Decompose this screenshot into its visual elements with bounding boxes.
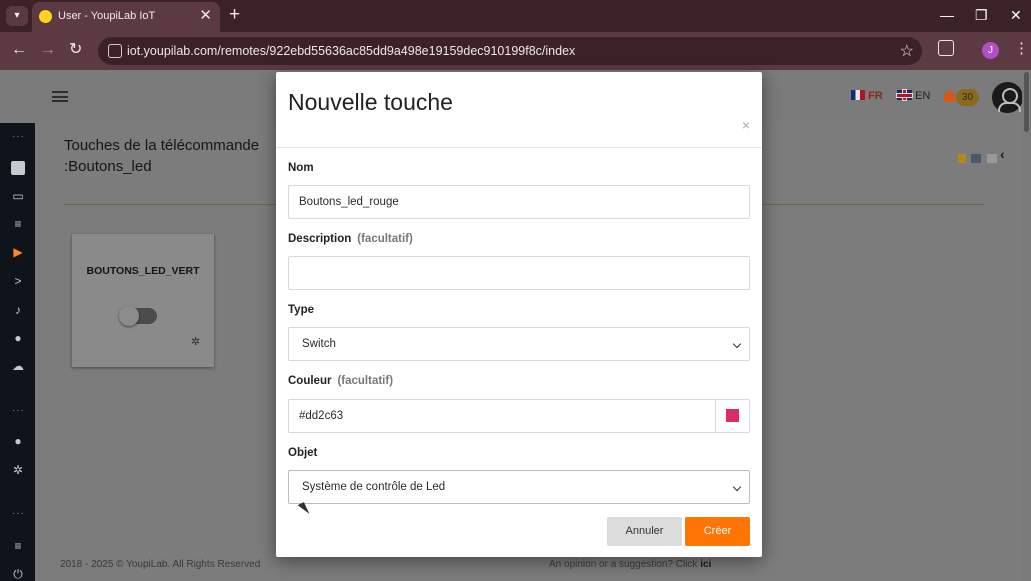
description-optional-text: (facultatif)	[357, 233, 413, 245]
grid-view-icon[interactable]	[986, 154, 997, 163]
card-settings-gear-icon[interactable]: ✲	[191, 335, 200, 348]
browser-toolbar: ← → ↻ iot.youpilab.com/remotes/922ebd556…	[0, 32, 1031, 70]
language-fr[interactable]: FR	[851, 90, 883, 102]
footer-suggestion-text: An opinion or a suggestion? Click	[549, 559, 701, 570]
switch-toggle[interactable]	[119, 306, 157, 326]
modal-close-icon[interactable]: ×	[742, 117, 750, 133]
name-input-value: Boutons_led_rouge	[299, 196, 399, 208]
user-icon[interactable]: ●	[11, 434, 25, 448]
name-input[interactable]: Boutons_led_rouge	[288, 185, 750, 219]
view-toggle[interactable]	[958, 150, 998, 168]
extensions-icon[interactable]	[938, 40, 954, 56]
devices-icon[interactable]: ▭	[11, 189, 25, 203]
uk-flag-icon	[897, 90, 912, 100]
url-text[interactable]: iot.youpilab.com/remotes/922ebd55636ac85…	[127, 44, 575, 58]
favicon-icon	[39, 10, 52, 23]
create-button[interactable]: Créer	[685, 517, 750, 546]
settings-gear-icon[interactable]: ✲	[11, 463, 25, 477]
type-label: Type	[288, 304, 314, 316]
french-flag-icon	[851, 90, 865, 100]
hamburger-menu-icon[interactable]	[52, 91, 68, 102]
color-picker-button[interactable]	[715, 400, 749, 432]
object-label-text: Objet	[288, 447, 318, 459]
browser-tabstrip: ▾ User - YoupiLab IoT ✕ + — ❐ ✕	[0, 0, 1031, 32]
object-select-value: Système de contrôle de Led	[302, 481, 446, 493]
browser-tab[interactable]: User - YoupiLab IoT ✕	[32, 2, 220, 32]
tab-title: User - YoupiLab IoT	[58, 10, 156, 22]
sidebar-separator-icon: ···	[12, 508, 25, 519]
type-label-text: Type	[288, 304, 314, 316]
collapse-menu-icon[interactable]: ≡	[11, 539, 25, 553]
color-input-value: #dd2c63	[299, 410, 344, 422]
chevron-down-icon	[732, 339, 742, 349]
color-label: Couleur (facultatif)	[288, 375, 393, 387]
tab-close-icon[interactable]: ✕	[199, 7, 212, 25]
page-scrollbar[interactable]	[1022, 70, 1031, 581]
language-en-label: EN	[915, 90, 931, 102]
chevron-down-icon	[732, 482, 742, 492]
power-icon[interactable]: ⏻	[11, 567, 25, 581]
language-fr-label: FR	[868, 90, 883, 102]
object-label: Objet	[288, 447, 317, 459]
footer-copyright: 2018 - 2025 © YoupiLab. All Rights Reser…	[60, 559, 261, 570]
notification-badge[interactable]: 30	[956, 89, 980, 106]
alert-bell-icon[interactable]: ♪	[11, 303, 25, 317]
tab-search-icon[interactable]: ▾	[6, 6, 28, 26]
name-label: Nom	[288, 162, 314, 174]
user-avatar[interactable]	[990, 80, 1025, 115]
description-input[interactable]	[288, 256, 750, 290]
address-bar[interactable]: iot.youpilab.com/remotes/922ebd55636ac85…	[98, 37, 922, 65]
bell-icon[interactable]	[944, 91, 955, 102]
modal-header: Nouvelle touche ×	[276, 72, 762, 148]
minimize-button[interactable]: —	[940, 6, 954, 24]
android-icon[interactable]: ●	[11, 331, 25, 345]
language-en[interactable]: EN	[897, 90, 930, 102]
description-label-text: Description	[288, 233, 352, 245]
reload-icon[interactable]: ↻	[69, 40, 82, 60]
profile-avatar[interactable]: J	[982, 42, 999, 59]
modal-title: Nouvelle touche	[288, 89, 453, 115]
color-input[interactable]: #dd2c63	[288, 399, 750, 433]
sidebar-separator-icon: ···	[12, 405, 25, 416]
bookmark-star-icon[interactable]: ☆	[900, 41, 914, 61]
color-optional-text: (facultatif)	[337, 375, 394, 387]
database-icon[interactable]: ≡	[11, 217, 25, 231]
new-tab-button[interactable]: +	[229, 4, 240, 26]
color-label-text: Couleur	[288, 375, 332, 387]
restore-button[interactable]: ❐	[975, 6, 988, 24]
forward-icon[interactable]: →	[40, 40, 56, 60]
sidebar: ··· ▭ ≡ ▶ > ♪ ● ☁ ··· ● ✲ ··· ≡ ⏻	[0, 123, 35, 581]
color-swatch	[726, 409, 739, 422]
cancel-button[interactable]: Annuler	[607, 517, 682, 546]
terminal-icon[interactable]: >	[11, 274, 25, 288]
switch-knob	[119, 306, 139, 326]
cloud-upload-icon[interactable]: ☁	[11, 359, 25, 373]
window-close-button[interactable]: ✕	[1010, 6, 1022, 24]
sidebar-separator-icon: ···	[12, 131, 25, 142]
type-select-value: Switch	[302, 338, 336, 350]
page-title: Touches de la télécommande :Boutons_led	[64, 137, 260, 175]
back-icon[interactable]: ←	[11, 40, 27, 60]
description-label: Description (facultatif)	[288, 233, 413, 245]
card-title: BOUTONS_LED_VERT	[86, 265, 200, 277]
name-label-text: Nom	[288, 162, 314, 174]
chevron-left-icon[interactable]: ‹	[1000, 146, 1005, 162]
dashboard-icon[interactable]	[11, 161, 25, 175]
type-select[interactable]: Switch	[288, 327, 750, 361]
site-info-icon[interactable]	[108, 44, 122, 58]
object-select[interactable]: Système de contrôle de Led	[288, 470, 750, 504]
list-view-icon[interactable]	[971, 154, 982, 163]
remote-button-card: BOUTONS_LED_VERT ✲	[72, 234, 214, 367]
scrollbar-thumb[interactable]	[1024, 72, 1029, 132]
new-key-modal: Nouvelle touche × Nom Boutons_led_rouge …	[276, 72, 762, 557]
footer-suggestion-link[interactable]: ici	[700, 559, 711, 570]
sun-icon[interactable]	[958, 154, 966, 163]
browser-menu-icon[interactable]: ⋮	[1014, 40, 1029, 58]
footer-suggestion: An opinion or a suggestion? Click ici	[549, 559, 711, 570]
remote-play-icon[interactable]: ▶	[11, 245, 25, 259]
